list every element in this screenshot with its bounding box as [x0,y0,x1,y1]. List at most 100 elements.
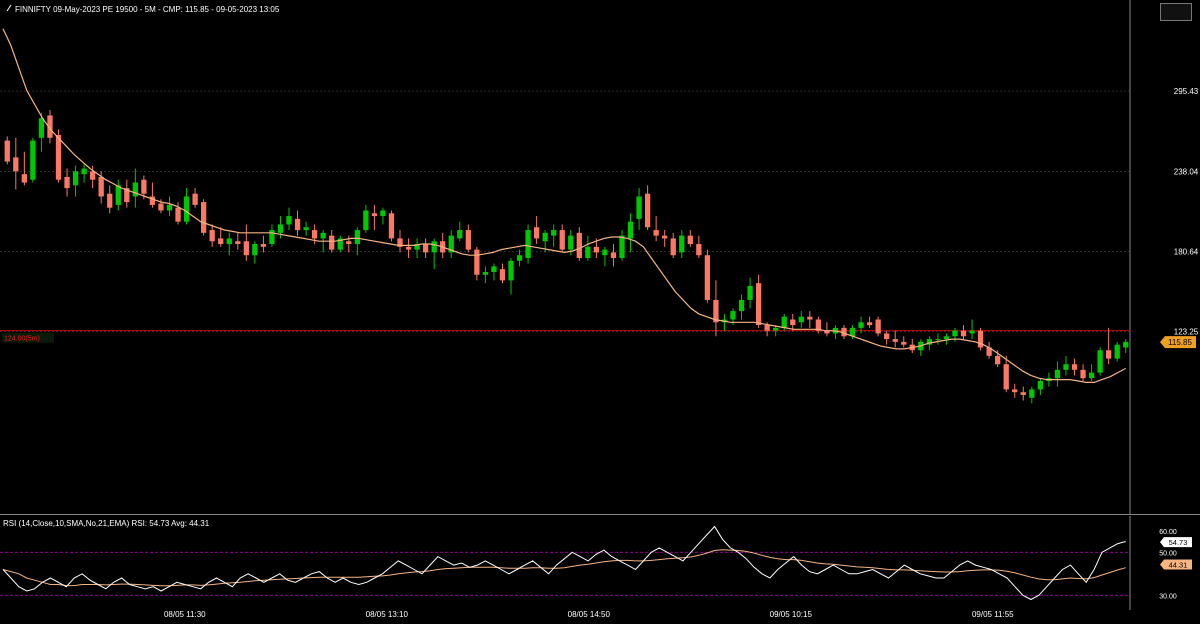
rsi-title: RSI (14,Close,10,SMA,No,21,EMA) RSI: 54.… [3,519,210,528]
candle-8 [72,165,79,197]
candle-128 [1097,347,1103,376]
price-panel[interactable]: 123.25 180.64 238.04 295.43 124.00(5m) 115.85… [0,0,1200,515]
candle-65 [559,224,565,253]
candle-body-8 [72,171,79,186]
candle-110 [943,333,950,345]
candle-21 [183,188,190,225]
candle-body-67 [576,232,582,258]
candle-body-128 [1097,350,1103,373]
candle-body-86 [738,299,745,312]
candle-15 [132,168,138,208]
candle-body-77 [662,235,668,239]
candle-26 [226,232,232,256]
candle-body-101 [866,322,873,326]
rsi-chart[interactable]: 30.00 50.00 60.00 54.73 44.31 [0,516,1200,610]
time-label-4: 09/05 11:55 [972,610,1014,619]
maximize-button[interactable] [1160,3,1192,21]
candle-45 [388,210,395,242]
panel-divider[interactable] [0,514,1200,515]
candle-44 [380,207,386,225]
candle-body-12 [107,193,113,208]
candle-131 [1123,339,1129,354]
candle-29 [252,241,258,264]
candle-body-69 [593,246,600,253]
candle-31 [269,224,275,247]
candle-86 [738,294,745,320]
candle-57 [491,263,497,281]
candle-71 [610,244,617,267]
candle-55 [474,246,480,281]
candle-12 [107,185,113,214]
candle-body-116 [995,355,1001,365]
candle-body-62 [533,227,540,239]
candle-120 [1029,386,1035,404]
candle-24 [209,224,215,247]
candle-130 [1114,341,1120,362]
candle-103 [884,330,890,345]
candle-46 [397,230,403,253]
candle-body-80 [687,235,693,245]
candle-body-85 [730,311,736,320]
candle-body-129 [1106,350,1112,359]
candle-body-53 [457,230,463,239]
candle-body-73 [627,221,634,239]
rsi-tick-1: 50.00 [1159,550,1177,557]
candle-body-104 [892,339,898,342]
candle-body-118 [1012,389,1018,393]
candle-97 [832,325,839,340]
candle-body-75 [644,193,651,228]
candle-body-127 [1088,372,1095,379]
candle-59 [508,258,514,295]
candle-125 [1071,358,1078,376]
candle-body-78 [670,238,676,256]
candle-body-112 [960,330,967,337]
time-label-1: 08/05 13:10 [366,610,409,619]
time-axis[interactable]: 08/05 11:30 08/05 13:10 08/05 14:50 09/05 1… [0,604,1200,624]
candle-body-18 [158,203,164,211]
candle-115 [986,341,992,359]
candle-body-28 [243,241,249,256]
candle-body-76 [653,230,659,236]
rsi-value-label: 54.73 [1169,538,1188,547]
candle-body-23 [200,202,207,233]
candle-body-49 [422,244,429,253]
candle-61 [525,224,531,264]
candle-body-40 [346,241,352,245]
candle-body-70 [602,249,608,256]
candle-84 [721,313,728,331]
candle-body-60 [516,255,523,261]
candle-126 [1080,364,1086,381]
draw-tool-icon [6,4,12,14]
rsi-avg-label: 44.31 [1169,560,1188,569]
time-label-2: 08/05 14:50 [568,610,611,619]
rsi-average-line [2,549,1126,587]
price-chart[interactable]: 123.25 180.64 238.04 295.43 124.00(5m) 115.85 [0,0,1200,515]
candle-body-72 [619,235,625,258]
candle-body-37 [320,232,326,239]
candle-body-43 [371,213,378,217]
candle-70 [602,246,608,267]
candle-body-41 [354,230,360,245]
candle-75 [644,185,651,231]
rsi-panel[interactable]: 30.00 50.00 60.00 54.73 44.31 RSI (14,Close,… [0,516,1200,610]
candle-body-66 [568,235,574,250]
candle-60 [516,249,523,267]
candle-50 [431,238,437,270]
candle-body-110 [943,336,950,340]
candle-body-71 [610,252,617,258]
candle-body-42 [363,210,369,231]
candle-28 [243,224,249,261]
candle-92 [790,313,796,331]
candle-109 [935,333,941,345]
candle-body-121 [1037,381,1043,390]
candle-101 [866,316,873,328]
candle-104 [892,330,898,348]
cmp-label: 115.85 [1168,338,1192,347]
candle-23 [200,199,207,236]
candle-42 [363,204,369,233]
candle-77 [662,230,668,247]
candle-body-16 [141,179,147,194]
candle-body-81 [696,244,702,256]
candle-129 [1106,327,1112,365]
candle-body-34 [294,218,301,231]
